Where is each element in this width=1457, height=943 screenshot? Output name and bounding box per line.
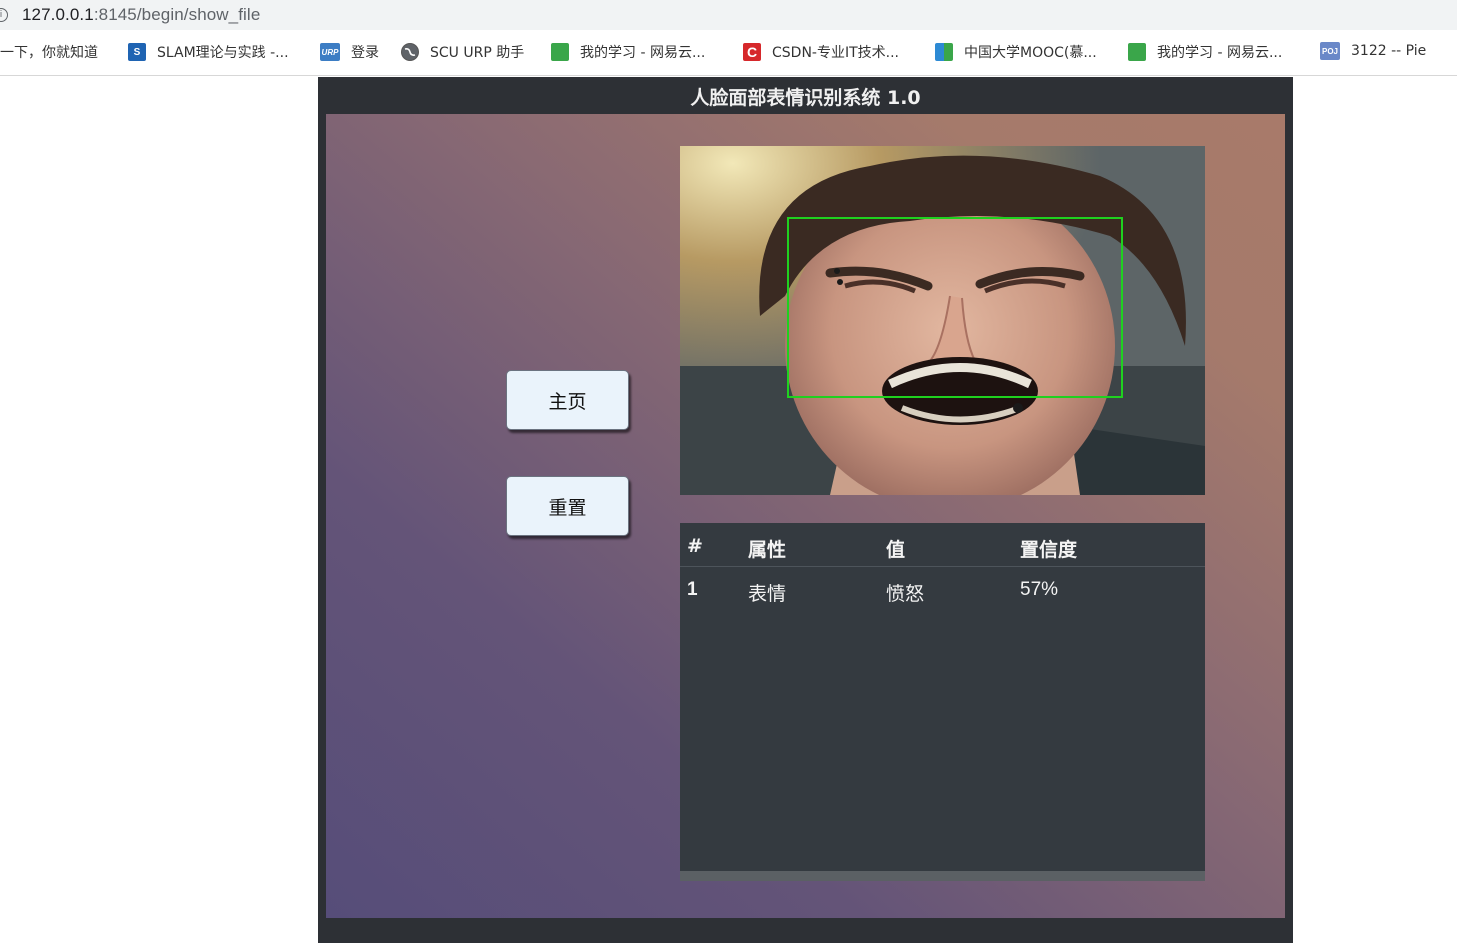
bookmark-baidu[interactable]: 度一下，你就知道 xyxy=(0,42,98,62)
row-confidence: 57% xyxy=(1020,579,1059,600)
bookmark-netease-1[interactable]: 我的学习 - 网易云... xyxy=(551,42,705,62)
bookmark-label: 3122 -- Pie xyxy=(1351,43,1427,59)
app-title: 人脸面部表情识别系统 1.0 xyxy=(690,86,921,109)
home-button[interactable]: 主页 xyxy=(506,370,629,430)
table-row: 1 表情 愤怒 57% xyxy=(680,567,1205,611)
bookmark-label: SLAM理论与实践 -... xyxy=(157,45,289,61)
face-detection-box xyxy=(787,217,1123,398)
bookmark-label: 中国大学MOOC(慕... xyxy=(964,45,1097,61)
bookmark-poj[interactable]: POJ 3122 -- Pie xyxy=(1320,42,1426,60)
address-bar[interactable]: i 127.0.0.1:8145/begin/show_file xyxy=(0,0,1457,30)
main-panel: 主页 重置 # 属性 值 置信度 1 表情 愤怒 57% xyxy=(326,114,1285,918)
col-value-header: 值 xyxy=(886,539,906,561)
col-attribute-header: 属性 xyxy=(748,539,787,561)
s-logo-icon: S xyxy=(128,43,146,61)
bookmark-label: 我的学习 - 网易云... xyxy=(1157,45,1283,61)
bookmarks-bar: 度一下，你就知道 S SLAM理论与实践 -... URP 登录 SCU URP… xyxy=(0,30,1457,76)
results-table: # 属性 值 置信度 1 表情 愤怒 57% xyxy=(680,523,1205,881)
face-image xyxy=(680,146,1205,495)
book-icon xyxy=(551,43,569,61)
table-header: # 属性 值 置信度 xyxy=(680,523,1205,567)
url-text[interactable]: 127.0.0.1:8145/begin/show_file xyxy=(22,5,260,25)
bookmark-mooc[interactable]: 中国大学MOOC(慕... xyxy=(935,42,1097,62)
row-value: 愤怒 xyxy=(886,583,925,605)
book-icon xyxy=(1128,43,1146,61)
bookmark-label: 登录 xyxy=(351,45,379,61)
bookmark-scu-urp[interactable]: SCU URP 助手 xyxy=(401,42,524,62)
reset-button[interactable]: 重置 xyxy=(506,476,629,536)
poj-icon: POJ xyxy=(1320,42,1340,60)
col-index-header: # xyxy=(687,535,703,557)
bookmark-label: 我的学习 - 网易云... xyxy=(580,45,706,61)
app-window: 人脸面部表情识别系统 1.0 主页 重置 # 属性 值 置信度 1 表情 愤怒 … xyxy=(318,77,1293,943)
bookmark-label: 度一下，你就知道 xyxy=(0,45,98,61)
bookmark-slam[interactable]: S SLAM理论与实践 -... xyxy=(128,42,289,62)
csdn-icon: C xyxy=(743,43,761,61)
mooc-icon xyxy=(935,43,953,61)
globe-icon xyxy=(401,43,419,61)
info-icon[interactable]: i xyxy=(0,8,8,22)
bookmark-label: CSDN-专业IT技术... xyxy=(772,45,899,61)
row-attribute: 表情 xyxy=(748,583,787,605)
url-host: 127.0.0.1 xyxy=(22,5,94,24)
col-confidence-header: 置信度 xyxy=(1020,539,1078,561)
row-index: 1 xyxy=(687,579,698,600)
bookmark-login[interactable]: URP 登录 xyxy=(320,42,379,62)
bookmark-csdn[interactable]: C CSDN-专业IT技术... xyxy=(743,42,899,62)
bookmark-label: SCU URP 助手 xyxy=(430,45,525,61)
bookmark-netease-2[interactable]: 我的学习 - 网易云... xyxy=(1128,42,1282,62)
url-path: :8145/begin/show_file xyxy=(93,5,261,24)
urp-icon: URP xyxy=(320,43,340,61)
